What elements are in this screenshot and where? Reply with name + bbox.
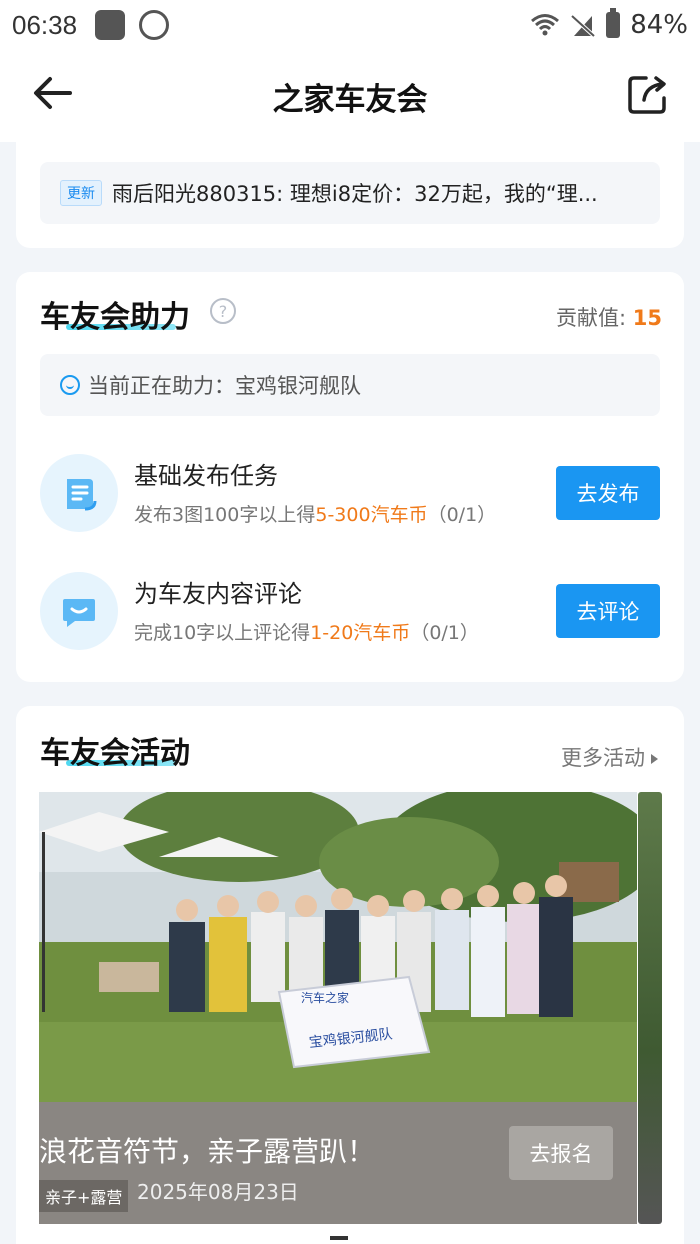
task-comment: 为车友内容评论 完成10字以上评论得1-20汽车币（0/1） 去评论 [40,572,660,652]
task-post-desc: 发布3图100字以上得5-300汽车币（0/1） [134,500,496,527]
wifi-icon [531,14,560,36]
task-comment-desc-text: 完成10字以上评论得 [134,622,311,644]
task-comment-title: 为车友内容评论 [134,580,302,608]
club-update-card: 更新 雨后阳光880315: 理想i8定价：32万起，我的“理... [16,142,684,248]
event-caption: 浪花音符节，亲子露营趴！ 亲子+露营 2025年08月23日 去报名 [39,1102,637,1224]
share-icon[interactable] [626,72,670,116]
more-activities-label: 更多活动 [561,746,645,770]
task-post-progress: （0/1） [427,504,497,526]
contribution-label: 贡献值: [556,306,633,330]
task-comment-desc: 完成10字以上评论得1-20汽车币（0/1） [134,618,479,645]
go-post-button[interactable]: 去发布 [556,466,660,520]
club-help-card: 车友会助力 ? 贡献值: 15 当前正在助力：宝鸡银河舰队 基础发布任务 发布3… [16,272,684,682]
more-activities-link[interactable]: 更多活动 [561,742,658,772]
app-header: 之家车友会 [0,50,700,142]
page-indicator [330,1236,348,1240]
status-indicators: 84% [530,8,688,40]
help-question-icon[interactable]: ? [210,298,236,324]
assisting-team-text: 当前正在助力：宝鸡银河舰队 [88,374,361,398]
status-bar: 06:38 84% [0,0,700,50]
page-title: 之家车友会 [272,81,428,118]
banner-brand: 汽车之家 [301,990,349,1005]
event-date: 2025年08月23日 [137,1180,299,1204]
battery-percent: 84% [630,10,688,40]
help-section-title: 车友会助力 [40,300,190,335]
chevron-right-icon [651,754,658,764]
club-activity-card: 车友会活动 更多活动 汽车之家 宝鸡银河舰队 浪花音符节，亲子露营趴！ 亲子+露… [16,706,684,1244]
no-signal-icon [570,14,596,38]
contribution-number: 15 [632,306,662,330]
event-card[interactable]: 汽车之家 宝鸡银河舰队 浪花音符节，亲子露营趴！ 亲子+露营 2025年08月2… [39,792,637,1224]
activity-section-title: 车友会活动 [40,736,190,771]
task-post-desc-text: 发布3图100字以上得 [134,504,316,526]
assist-icon [60,375,80,395]
task-post-title: 基础发布任务 [134,462,278,490]
event-photo: 汽车之家 宝鸡银河舰队 [39,792,637,1102]
update-badge: 更新 [60,180,102,206]
task-post-reward: 5-300汽车币 [315,504,428,526]
signup-button[interactable]: 去报名 [509,1126,613,1180]
contribution-value: 贡献值: 15 [556,302,662,332]
event-tag: 亲子+露营 [39,1180,129,1212]
notification-browser-icon [139,10,170,40]
back-arrow-icon[interactable] [30,70,76,116]
update-text: 雨后阳光880315: 理想i8定价：32万起，我的“理... [112,182,598,206]
assisting-team-row: 当前正在助力：宝鸡银河舰队 [40,354,660,416]
battery-icon [606,8,621,38]
task-comment-reward: 1-20汽车币 [310,622,411,644]
document-icon [40,454,118,532]
status-time: 06:38 [12,9,78,40]
event-title: 浪花音符节，亲子露营趴！ [39,1135,376,1168]
latest-update-item[interactable]: 更新 雨后阳光880315: 理想i8定价：32万起，我的“理... [40,162,660,224]
task-post: 基础发布任务 发布3图100字以上得5-300汽车币（0/1） 去发布 [40,454,660,534]
comment-icon [40,572,118,650]
go-comment-button[interactable]: 去评论 [556,584,660,638]
notification-app-icon [95,10,126,40]
task-comment-progress: （0/1） [410,622,479,644]
next-event-card-peek[interactable] [638,792,662,1224]
